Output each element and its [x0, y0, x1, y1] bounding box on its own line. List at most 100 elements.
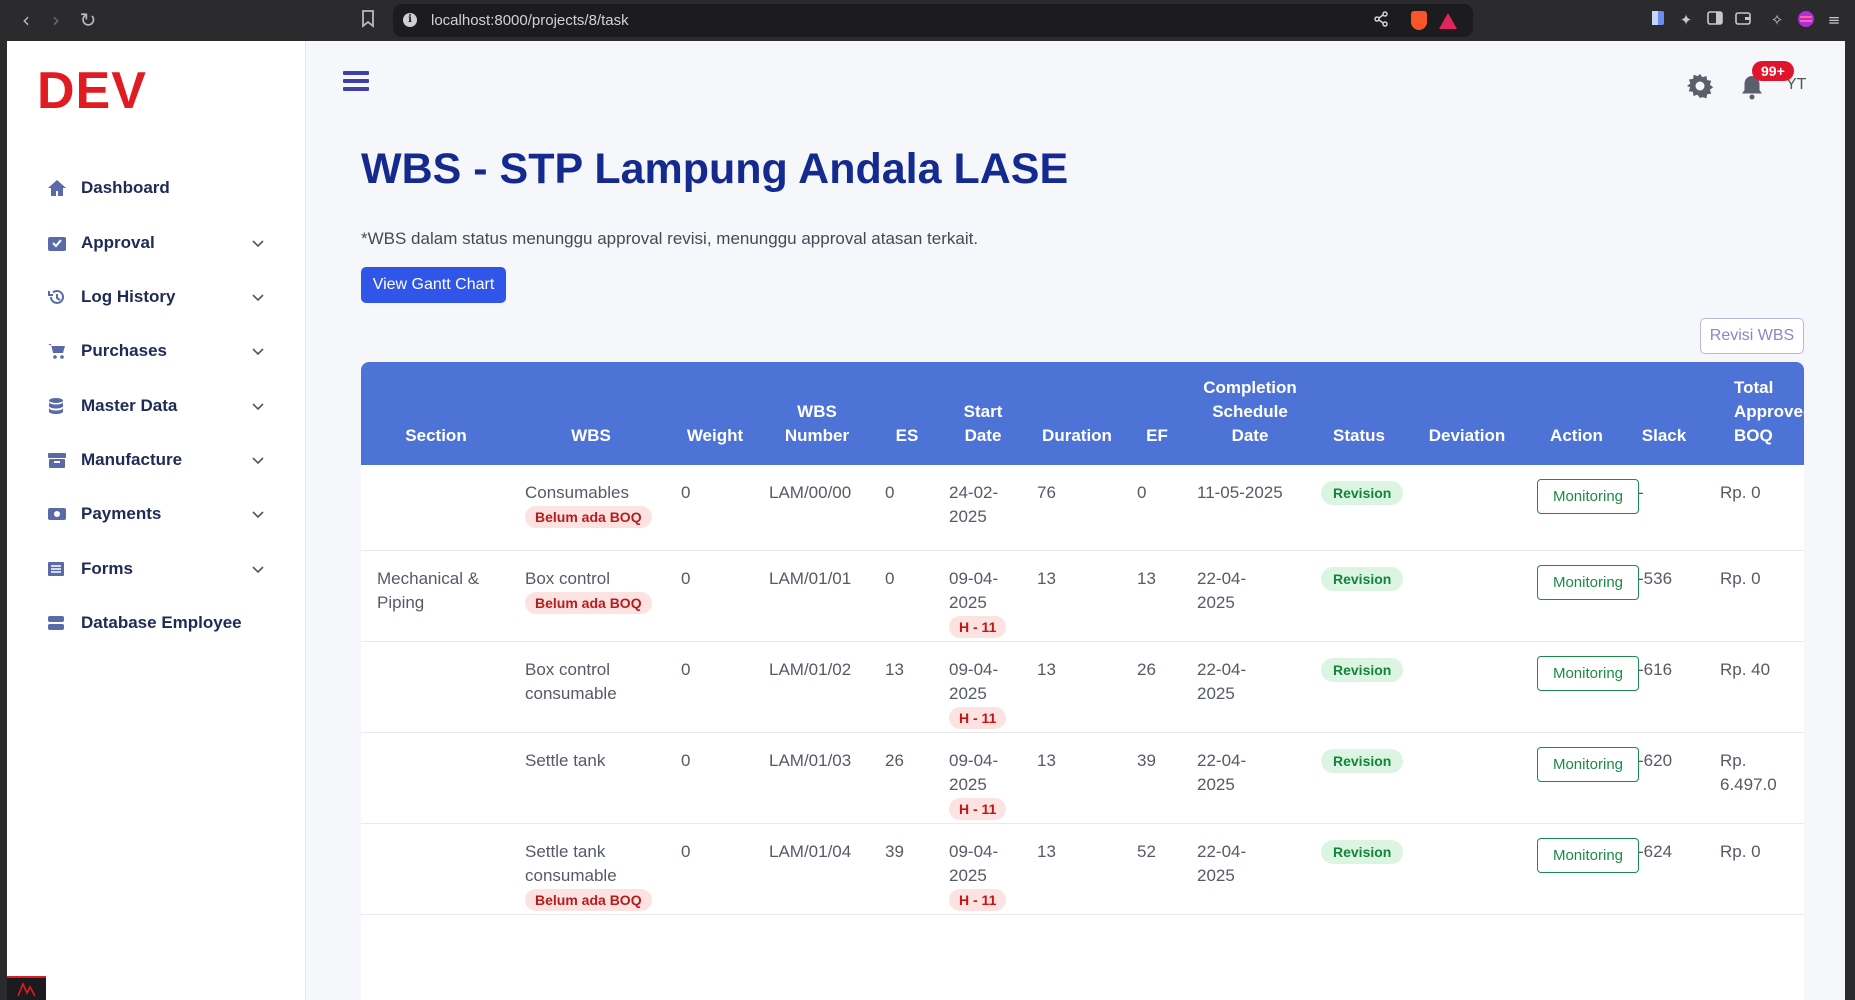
- days-remaining-badge: H - 11: [949, 888, 1007, 911]
- monitoring-button[interactable]: Monitoring: [1537, 837, 1639, 873]
- cell-action: Monitoring: [1529, 732, 1639, 824]
- brave-rewards-icon[interactable]: [1439, 13, 1457, 29]
- monitoring-button[interactable]: Monitoring: [1537, 479, 1639, 514]
- start-date-line2: 2025: [949, 774, 987, 794]
- cell-duration: 13: [1027, 550, 1127, 642]
- col-header-wbs: WBS: [511, 362, 671, 465]
- cell-wbs-number: LAM/00/00: [759, 465, 875, 551]
- brave-shield-icon[interactable]: [1411, 11, 1427, 30]
- completion-date-line1: 22-04-: [1197, 750, 1247, 770]
- notification-badge: 99+: [1752, 61, 1794, 81]
- cell-total-approved-boq: Rp. 6.497.0: [1704, 732, 1804, 824]
- view-gantt-chart-button[interactable]: View Gantt Chart: [361, 267, 506, 303]
- database-icon: [47, 396, 81, 416]
- cell-ef: 26: [1127, 641, 1187, 733]
- table-row: Settle tank consumable Belum ada BOQ 0 L…: [361, 823, 1804, 915]
- table-row: [361, 914, 1804, 1000]
- server-icon: [47, 613, 81, 633]
- monitoring-button[interactable]: Monitoring: [1537, 564, 1639, 600]
- bookmark-icon[interactable]: [361, 10, 379, 30]
- sidebar-item-master-data[interactable]: Master Data: [47, 386, 267, 426]
- sidebar-item-dashboard[interactable]: Dashboard: [47, 168, 267, 208]
- sidebar-item-label: Master Data: [81, 396, 178, 415]
- start-date-line1: 09-04-: [949, 568, 999, 588]
- chevron-down-icon: [251, 561, 267, 577]
- address-bar[interactable]: i localhost:8000/projects/8/task: [393, 4, 1473, 37]
- wbs-table: Section WBS Weight WBS Number ES Start Dat…: [361, 362, 1804, 1000]
- days-remaining-badge: H - 11: [949, 797, 1007, 820]
- wbs-name: Settle tank: [525, 750, 606, 770]
- start-date-line2: 2025: [949, 683, 987, 703]
- cell-empty: [1405, 914, 1529, 1000]
- cell-empty: [1313, 914, 1405, 1000]
- cell-status: Revision: [1313, 550, 1405, 642]
- col-header-completion: Completion Schedule Date: [1187, 362, 1313, 465]
- start-date-line1: 09-04-: [949, 659, 999, 679]
- gear-icon[interactable]: [1686, 72, 1714, 100]
- sidebar-item-manufacture[interactable]: Manufacture: [47, 440, 267, 480]
- cell-total-approved-boq: Rp. 0: [1704, 465, 1804, 551]
- cell-es: 0: [875, 465, 939, 551]
- vpn-icon[interactable]: [1796, 10, 1816, 30]
- cell-total-approved-boq: Rp. 40: [1704, 641, 1804, 733]
- col-header-ef: EF: [1127, 362, 1187, 465]
- sidebar-item-payments[interactable]: Payments: [47, 494, 267, 534]
- cell-section: [361, 465, 511, 551]
- monitoring-button[interactable]: Monitoring: [1537, 655, 1639, 691]
- sidebar-item-label: Purchases: [81, 341, 167, 360]
- sidebar-item-label: Dashboard: [81, 178, 170, 197]
- cell-duration: 13: [1027, 732, 1127, 824]
- chevron-down-icon: [251, 235, 267, 251]
- cell-status: Revision: [1313, 732, 1405, 824]
- cell-weight: 0: [671, 823, 759, 915]
- sidebar-item-approval[interactable]: Approval: [47, 223, 267, 263]
- main-content: YT 99+ WBS - STP Lampung Andala LASE *WB…: [306, 41, 1845, 1000]
- forward-icon[interactable]: ›: [44, 8, 68, 32]
- cell-completion-date: 22-04- 2025: [1187, 732, 1313, 824]
- cell-start-date: 09-04- 2025 H - 11: [939, 732, 1027, 824]
- cell-status: Revision: [1313, 641, 1405, 733]
- sidebar-toggle-icon[interactable]: [1705, 10, 1725, 30]
- monitoring-button[interactable]: Monitoring: [1537, 746, 1639, 782]
- cell-empty: [1704, 914, 1804, 1000]
- col-header-weight: Weight: [671, 362, 759, 465]
- cell-deviation: [1405, 823, 1529, 915]
- completion-date-line2: 2025: [1197, 865, 1235, 885]
- cell-completion-date: 22-04- 2025: [1187, 823, 1313, 915]
- wallet-icon[interactable]: [1733, 10, 1753, 30]
- sidebar-item-label: Database Employee: [81, 613, 242, 632]
- status-badge: Revision: [1321, 566, 1404, 591]
- back-icon[interactable]: ‹: [14, 8, 38, 32]
- wbs-name: Box control consumable: [525, 659, 617, 703]
- app-logo[interactable]: DEV: [37, 61, 147, 121]
- url-text: localhost:8000/projects/8/task: [431, 12, 629, 29]
- puzzle-icon[interactable]: ✦: [1676, 10, 1696, 30]
- sidebar-item-forms[interactable]: Forms: [47, 549, 267, 589]
- cell-es: 26: [875, 732, 939, 824]
- sidebar-item-database-employee[interactable]: Database Employee: [47, 603, 267, 643]
- browser-menu-icon[interactable]: ≡: [1824, 10, 1844, 30]
- cell-empty: [1529, 914, 1624, 1000]
- completion-date-line2: 2025: [1197, 683, 1235, 703]
- col-header-section: Section: [361, 362, 511, 465]
- share-icon[interactable]: [1373, 11, 1389, 32]
- cell-deviation: [1405, 550, 1529, 642]
- extension-doc-icon[interactable]: [1648, 10, 1668, 30]
- wbs-table-container[interactable]: Section WBS Weight WBS Number ES Start Dat…: [361, 362, 1804, 1000]
- sidebar-item-label: Approval: [81, 233, 155, 252]
- sidebar-item-log-history[interactable]: Log History: [47, 277, 267, 317]
- cell-ef: 13: [1127, 550, 1187, 642]
- cell-es: 0: [875, 550, 939, 642]
- hamburger-menu-icon[interactable]: [343, 71, 369, 95]
- leo-ai-icon[interactable]: ✧: [1767, 10, 1787, 30]
- debug-toolbar-toggle[interactable]: [7, 976, 46, 1000]
- sidebar-item-purchases[interactable]: Purchases: [47, 331, 267, 371]
- reload-icon[interactable]: ↻: [76, 8, 100, 32]
- cell-start-date: 09-04- 2025 H - 11: [939, 550, 1027, 642]
- cell-completion-date: 22-04- 2025: [1187, 550, 1313, 642]
- site-info-icon[interactable]: i: [403, 13, 417, 27]
- revisi-wbs-button[interactable]: Revisi WBS: [1700, 318, 1804, 354]
- cell-duration: 76: [1027, 465, 1127, 551]
- days-remaining-badge: H - 11: [949, 706, 1007, 729]
- table-row: Mechanical & Piping Box control Belum ad…: [361, 550, 1804, 642]
